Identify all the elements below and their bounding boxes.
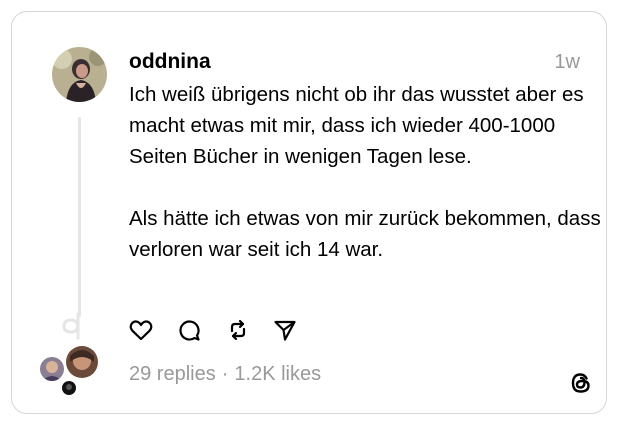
stats-separator: ·	[221, 363, 229, 385]
post-paragraph: Ich weiß übrigens nicht ob ihr das wusst…	[129, 83, 584, 168]
repost-icon	[230, 319, 246, 341]
thread-line	[78, 117, 81, 317]
author-username[interactable]: oddnina	[129, 50, 211, 74]
replier-avatar	[66, 346, 98, 378]
replier-avatar	[40, 357, 64, 381]
replier-avatar	[62, 381, 76, 395]
heart-icon	[129, 320, 153, 341]
threads-logo-icon[interactable]	[567, 369, 595, 397]
post-text: Ich weiß übrigens nicht ob ihr das wusst…	[129, 79, 604, 265]
repost-button[interactable]	[225, 317, 251, 343]
like-button[interactable]	[128, 317, 154, 343]
likes-count[interactable]: 1.2K likes	[234, 363, 321, 385]
share-button[interactable]	[272, 317, 298, 343]
post-timestamp: 1w	[554, 51, 580, 73]
post-stats: 29 replies · 1.2K likes	[129, 363, 321, 386]
comment-icon	[179, 320, 200, 341]
post-card: oddnina 1w Ich weiß übrigens nicht ob ih…	[11, 11, 607, 414]
post-paragraph: Als hätte ich etwas von mir zurück bekom…	[129, 207, 601, 261]
comment-button[interactable]	[176, 317, 202, 343]
share-icon	[274, 320, 296, 341]
author-avatar[interactable]	[52, 47, 107, 102]
thread-loop-icon	[62, 312, 80, 340]
replies-count[interactable]: 29 replies	[129, 363, 216, 385]
